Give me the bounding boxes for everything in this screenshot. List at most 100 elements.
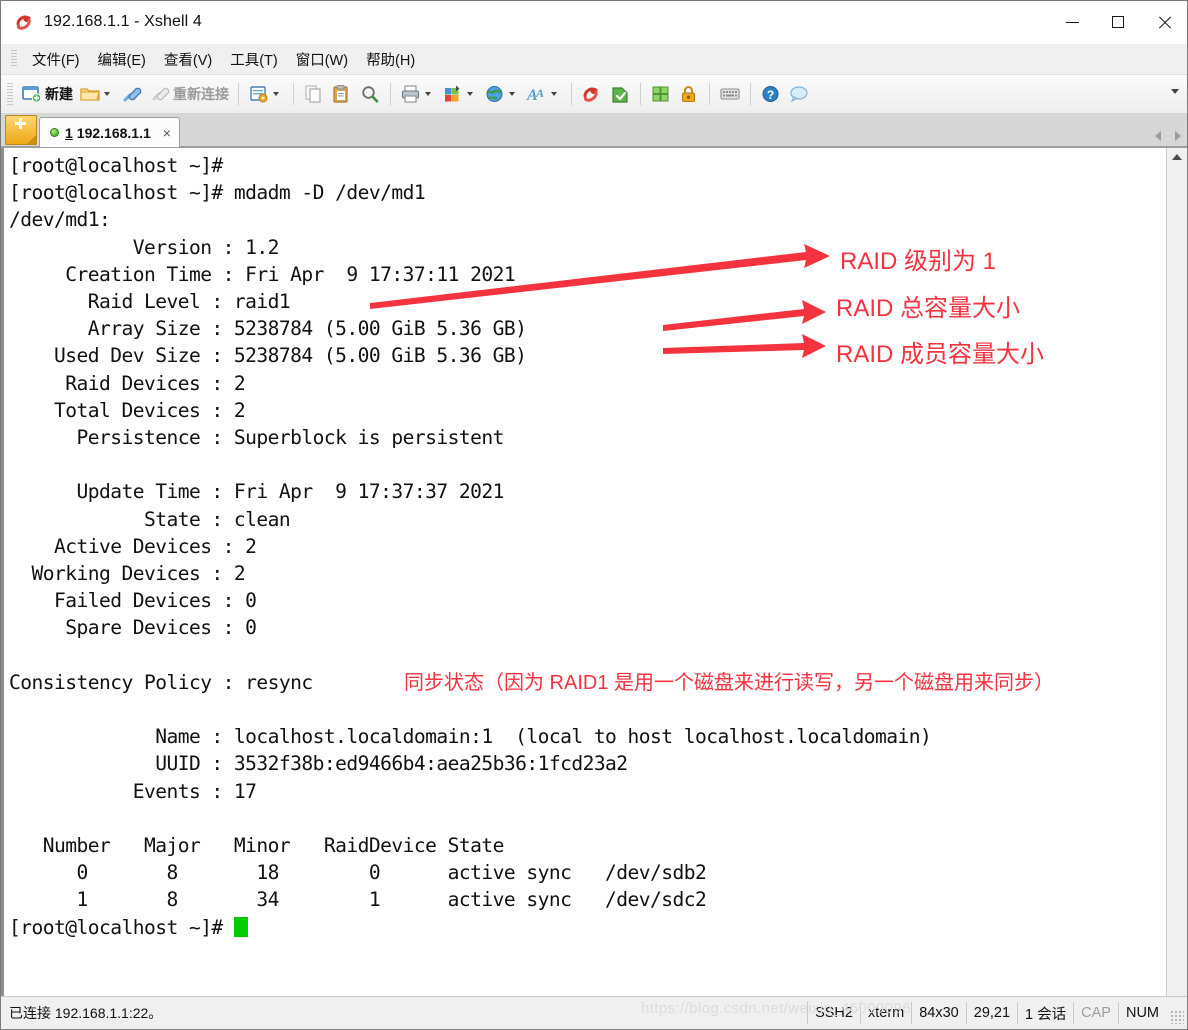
- globe-icon: [484, 84, 506, 104]
- menubar-grip[interactable]: [11, 50, 17, 68]
- copy-icon: [303, 84, 325, 104]
- tab-number: 1: [65, 124, 73, 141]
- window-title: 192.168.1.1 - Xshell 4: [44, 13, 202, 30]
- open-folder-button[interactable]: [76, 79, 118, 109]
- terminal-cursor: [233, 916, 248, 937]
- menu-view[interactable]: 查看(V): [155, 46, 221, 73]
- font-icon: A A: [526, 84, 548, 104]
- resize-grip[interactable]: [1170, 1010, 1184, 1024]
- xshell-logo-icon: [13, 11, 35, 33]
- toolbar-separator-5: [640, 83, 641, 105]
- layout-icon: [442, 84, 464, 104]
- tab-status-dot-icon: [50, 128, 59, 137]
- toolbar: 新建 重新连接 A A ?: [1, 75, 1187, 114]
- toolbar-separator-7: [750, 83, 751, 105]
- menu-edit[interactable]: 编辑(E): [89, 46, 155, 73]
- terminal-scrollbar[interactable]: [1166, 148, 1187, 996]
- folder-icon: [79, 84, 101, 104]
- feedback-button[interactable]: [785, 79, 813, 109]
- reconnect-button[interactable]: 重新连接: [146, 79, 232, 109]
- status-bar: 已连接 192.168.1.1:22。 https://blog.csdn.ne…: [1, 996, 1187, 1029]
- maximize-button[interactable]: [1095, 1, 1141, 43]
- properties-icon: [248, 84, 270, 104]
- menu-help[interactable]: 帮助(H): [357, 46, 424, 73]
- chat-bubble-icon: [788, 84, 810, 104]
- new-session-button[interactable]: 新建: [18, 79, 76, 109]
- open-folder-caret-icon[interactable]: [104, 92, 110, 96]
- search-icon: [359, 84, 381, 104]
- copy-button[interactable]: [300, 79, 328, 109]
- tab-nav: [1155, 131, 1181, 141]
- new-session-icon: [21, 84, 43, 104]
- lock-icon: [678, 84, 700, 104]
- layout-caret-icon[interactable]: [467, 92, 473, 96]
- xshell-icon: [581, 84, 603, 104]
- tab-close-icon[interactable]: ×: [163, 126, 171, 140]
- lock-button[interactable]: [675, 79, 703, 109]
- window-controls: [1049, 1, 1187, 43]
- toolbar-separator-1: [238, 83, 239, 105]
- connect-plug-icon: [121, 84, 143, 104]
- help-button[interactable]: ?: [757, 79, 785, 109]
- toolbar-separator-6: [709, 83, 710, 105]
- session-tab[interactable]: 1 192.168.1.1 ×: [39, 117, 180, 147]
- status-num: NUM: [1117, 1002, 1166, 1024]
- toolbar-separator-3: [390, 83, 391, 105]
- new-tab-fold-icon: [27, 135, 36, 144]
- tab-scroll-left-icon[interactable]: [1155, 131, 1161, 141]
- status-sessions: 1 会话: [1017, 1002, 1073, 1024]
- compose-button[interactable]: [647, 79, 675, 109]
- font-caret-icon[interactable]: [551, 92, 557, 96]
- paste-button[interactable]: [328, 79, 356, 109]
- menu-tools[interactable]: 工具(T): [221, 46, 287, 73]
- menu-file[interactable]: 文件(F): [23, 46, 89, 73]
- close-button[interactable]: [1141, 1, 1187, 43]
- xftp-icon: [609, 84, 631, 104]
- find-button[interactable]: [356, 79, 384, 109]
- toolbar-separator-2: [293, 83, 294, 105]
- reconnect-label: 重新连接: [173, 86, 229, 102]
- status-cursor-pos: 29,21: [965, 1002, 1017, 1024]
- web-button[interactable]: [481, 79, 523, 109]
- web-caret-icon[interactable]: [509, 92, 515, 96]
- font-button[interactable]: A A: [523, 79, 565, 109]
- title-bar: 192.168.1.1 - Xshell 4: [1, 1, 1187, 44]
- print-caret-icon[interactable]: [425, 92, 431, 96]
- paste-icon: [331, 84, 353, 104]
- print-button[interactable]: [397, 79, 439, 109]
- menu-bar: 文件(F) 编辑(E) 查看(V) 工具(T) 窗口(W) 帮助(H): [1, 44, 1187, 75]
- properties-caret-icon[interactable]: [273, 92, 279, 96]
- toolbar-grip[interactable]: [7, 83, 13, 105]
- xftp-button[interactable]: [606, 79, 634, 109]
- toolbar-overflow-icon[interactable]: [1171, 89, 1179, 94]
- xshell-window: 192.168.1.1 - Xshell 4 文件(F) 编辑(E) 查看(V)…: [0, 0, 1188, 1030]
- reconnect-icon: [149, 84, 171, 104]
- close-icon: [1158, 16, 1171, 29]
- tab-label: 192.168.1.1: [76, 124, 151, 141]
- minimize-icon: [1065, 21, 1079, 23]
- tab-scroll-right-icon[interactable]: [1175, 131, 1181, 141]
- scrollbar-up-button[interactable]: [1167, 148, 1187, 166]
- status-size: 84x30: [911, 1002, 966, 1024]
- xshell-button[interactable]: [578, 79, 606, 109]
- minimize-button[interactable]: [1049, 1, 1095, 43]
- connect-button[interactable]: [118, 79, 146, 109]
- help-icon: ?: [760, 84, 782, 104]
- properties-button[interactable]: [245, 79, 287, 109]
- watermark: https://blog.csdn.net/weixin_46009096: [641, 1000, 911, 1017]
- printer-icon: [400, 84, 422, 104]
- terminal-screen[interactable]: [root@localhost ~]# [root@localhost ~]# …: [1, 148, 1166, 996]
- new-tab-button[interactable]: [5, 115, 37, 145]
- terminal-area: [root@localhost ~]# [root@localhost ~]# …: [1, 147, 1187, 996]
- new-session-label: 新建: [45, 86, 73, 102]
- keyboard-button[interactable]: [716, 79, 744, 109]
- status-caps: CAP: [1073, 1002, 1118, 1024]
- menu-window[interactable]: 窗口(W): [287, 46, 357, 73]
- layout-button[interactable]: [439, 79, 481, 109]
- terminal-output: [root@localhost ~]# [root@localhost ~]# …: [9, 154, 932, 939]
- chevron-up-icon: [1172, 154, 1182, 160]
- toolbar-separator-4: [571, 83, 572, 105]
- grid-icon: [650, 84, 672, 104]
- terminal-text: [root@localhost ~]# [root@localhost ~]# …: [9, 152, 1166, 996]
- svg-text:A: A: [535, 86, 544, 100]
